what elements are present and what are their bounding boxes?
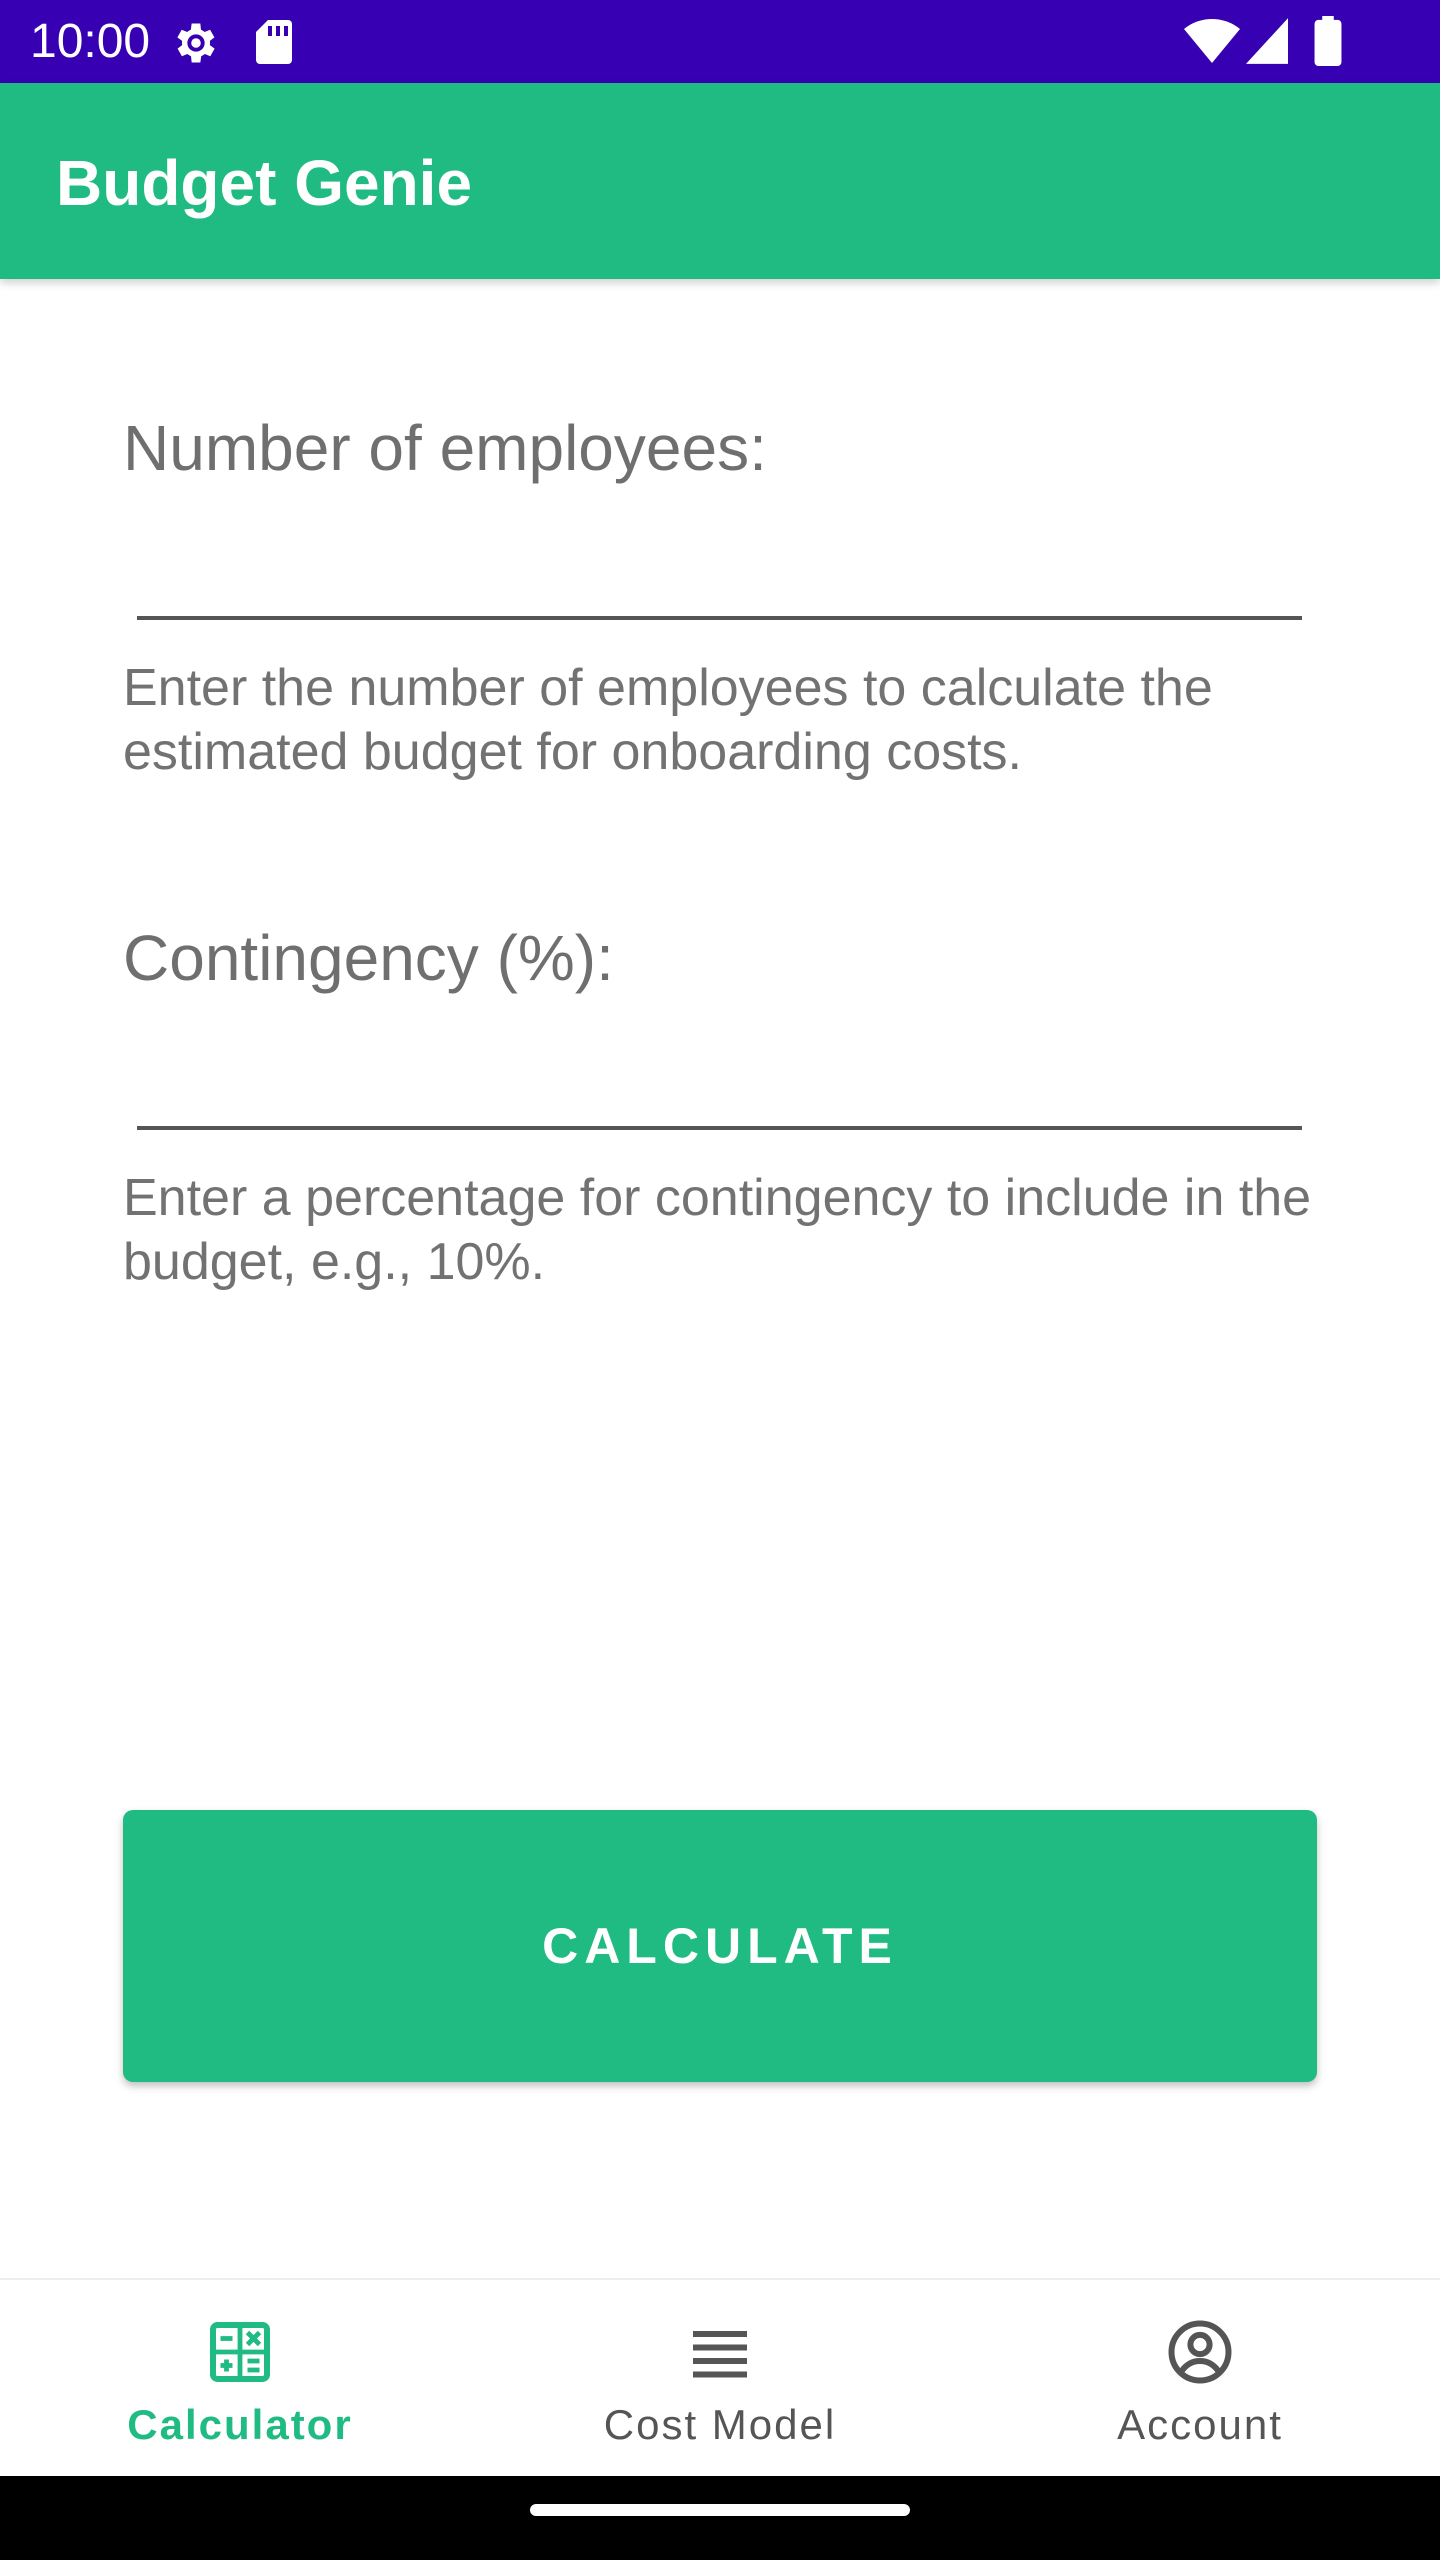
- calculator-icon: [210, 2322, 270, 2382]
- nav-item-account[interactable]: Account: [960, 2280, 1440, 2478]
- wifi-icon: [1184, 18, 1240, 63]
- system-navigation-bar: [0, 2476, 1440, 2560]
- bottom-navigation: Calculator Cost Model Account: [0, 2278, 1440, 2476]
- account-circle-icon: [1168, 2320, 1232, 2384]
- nav-label-calculator: Calculator: [127, 2401, 353, 2448]
- status-time: 10:00: [30, 15, 151, 68]
- home-gesture-handle[interactable]: [530, 2504, 910, 2516]
- sd-card-icon: [256, 20, 292, 64]
- employees-input[interactable]: [137, 510, 1302, 620]
- employees-label: Number of employees:: [123, 412, 767, 484]
- contingency-input[interactable]: [137, 1020, 1302, 1130]
- battery-icon: [1314, 16, 1342, 66]
- nav-label-account: Account: [1117, 2401, 1283, 2448]
- nav-item-cost-model[interactable]: Cost Model: [480, 2280, 960, 2478]
- calculate-button[interactable]: CALCULATE: [123, 1810, 1317, 2082]
- status-bar: 10:00: [0, 0, 1440, 83]
- app-title: Budget Genie: [56, 147, 473, 219]
- gear-icon: [177, 23, 215, 63]
- nav-label-cost-model: Cost Model: [603, 2401, 837, 2448]
- signal-icon: [1246, 18, 1288, 64]
- app-bar: Budget Genie: [0, 83, 1440, 279]
- contingency-helper-text: Enter a percentage for contingency to in…: [123, 1169, 1312, 1291]
- contingency-label: Contingency (%):: [123, 922, 614, 994]
- app-screen: 10:00 Budget Genie Number of employees: …: [0, 0, 1440, 2560]
- nav-item-calculator[interactable]: Calculator: [0, 2280, 480, 2478]
- employees-helper-text: Enter the number of employees to calcula…: [123, 659, 1213, 781]
- list-icon: [693, 2331, 747, 2378]
